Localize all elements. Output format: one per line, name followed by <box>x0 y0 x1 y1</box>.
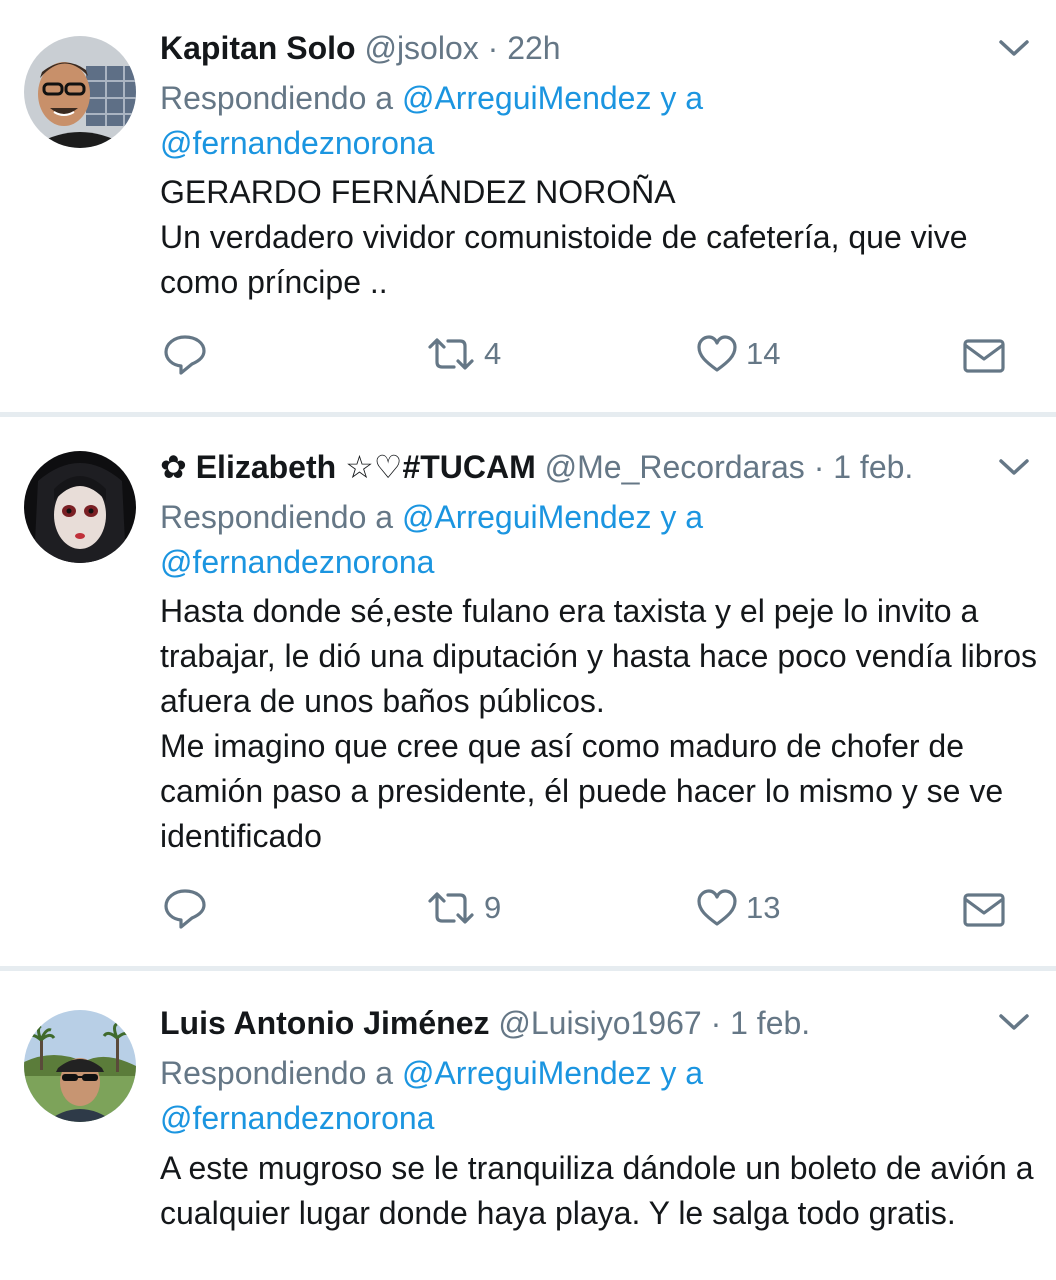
like-button[interactable]: 14 <box>696 332 780 376</box>
replying-to-label: Respondiendo a <box>160 80 394 116</box>
retweet-count: 9 <box>484 890 502 925</box>
replying-to-label: Respondiendo a <box>160 499 394 535</box>
heart-icon <box>696 888 738 928</box>
tweet[interactable]: Kapitan Solo @jsolox · 22h Respondiendo … <box>0 0 1056 412</box>
tweet-text: GERARDO FERNÁNDEZ NOROÑA Un verdadero vi… <box>160 170 1040 305</box>
reply-button[interactable] <box>162 332 208 376</box>
mention-link[interactable]: @ArreguiMendez <box>402 1055 651 1091</box>
chevron-down-icon[interactable] <box>994 447 1034 487</box>
like-count: 13 <box>746 890 781 925</box>
replying-to: Respondiendo a @ArreguiMendez y a @ferna… <box>160 1051 1040 1141</box>
timestamp[interactable]: 1 feb. <box>730 1005 810 1041</box>
separator: · <box>813 449 825 485</box>
mention-link[interactable]: @fernandeznorona <box>160 1100 434 1136</box>
retweet-button[interactable]: 9 <box>426 886 501 930</box>
display-name[interactable]: Luis Antonio Jiménez <box>160 1005 490 1041</box>
separator: · <box>487 30 499 66</box>
avatar[interactable] <box>24 451 136 563</box>
user-handle[interactable]: @Luisiyo1967 <box>498 1005 701 1041</box>
timestamp[interactable]: 1 feb. <box>833 449 913 485</box>
heart-icon <box>696 334 738 374</box>
timestamp[interactable]: 22h <box>507 30 560 66</box>
tweet-paragraph: Un verdadero vividor comunistoide de caf… <box>160 219 968 300</box>
tweet-paragraph: A este mugroso se le tranquiliza dándole… <box>160 1150 1034 1231</box>
tweet[interactable]: ✿ Elizabeth ☆♡#TUCAM @Me_Recordaras · 1 … <box>0 417 1056 966</box>
replying-to-and: y a <box>660 80 704 116</box>
chevron-down-icon[interactable] <box>994 28 1034 68</box>
replying-to-and: y a <box>660 1055 704 1091</box>
user-handle[interactable]: @jsolox <box>364 30 478 66</box>
retweet-button[interactable]: 4 <box>426 332 501 376</box>
display-name[interactable]: Kapitan Solo <box>160 30 356 66</box>
tweet-header: Kapitan Solo @jsolox · 22h <box>160 27 946 69</box>
tweet-header: Luis Antonio Jiménez @Luisiyo1967 · 1 fe… <box>160 1002 946 1044</box>
mention-link[interactable]: @fernandeznorona <box>160 544 434 580</box>
tweet-text: A este mugroso se le tranquiliza dándole… <box>160 1146 1040 1236</box>
direct-message-button[interactable] <box>962 334 1006 378</box>
reply-button[interactable] <box>162 886 208 930</box>
reply-icon <box>162 886 208 930</box>
reply-icon <box>162 332 208 376</box>
replying-to: Respondiendo a @ArreguiMendez y a @ferna… <box>160 495 1040 585</box>
retweet-icon <box>426 334 476 374</box>
display-name[interactable]: ✿ Elizabeth ☆♡#TUCAM <box>160 449 536 485</box>
replying-to-and: y a <box>660 499 704 535</box>
tweet-paragraph: GERARDO FERNÁNDEZ NOROÑA <box>160 174 676 210</box>
retweet-icon <box>426 888 476 928</box>
tweet[interactable]: Luis Antonio Jiménez @Luisiyo1967 · 1 fe… <box>0 971 1056 1280</box>
user-handle[interactable]: @Me_Recordaras <box>545 449 805 485</box>
mail-icon <box>962 890 1006 930</box>
mention-link[interactable]: @fernandeznorona <box>160 125 434 161</box>
like-button[interactable]: 13 <box>696 886 780 930</box>
replying-to: Respondiendo a @ArreguiMendez y a @ferna… <box>160 76 1040 166</box>
tweet-paragraph: Hasta donde sé,este fulano era taxista y… <box>160 593 1038 719</box>
tweet-header: ✿ Elizabeth ☆♡#TUCAM @Me_Recordaras · 1 … <box>160 446 946 488</box>
tweet-text: Hasta donde sé,este fulano era taxista y… <box>160 589 1040 859</box>
tweet-paragraph: Me imagino que cree que así como maduro … <box>160 728 1004 854</box>
mail-icon <box>962 336 1006 376</box>
chevron-down-icon[interactable] <box>994 1002 1034 1042</box>
mention-link[interactable]: @ArreguiMendez <box>402 499 651 535</box>
mention-link[interactable]: @ArreguiMendez <box>402 80 651 116</box>
avatar[interactable] <box>24 36 136 148</box>
direct-message-button[interactable] <box>962 888 1006 932</box>
replying-to-label: Respondiendo a <box>160 1055 394 1091</box>
separator: · <box>710 1005 722 1041</box>
retweet-count: 4 <box>484 336 502 371</box>
avatar[interactable] <box>24 1010 136 1122</box>
like-count: 14 <box>746 336 781 371</box>
